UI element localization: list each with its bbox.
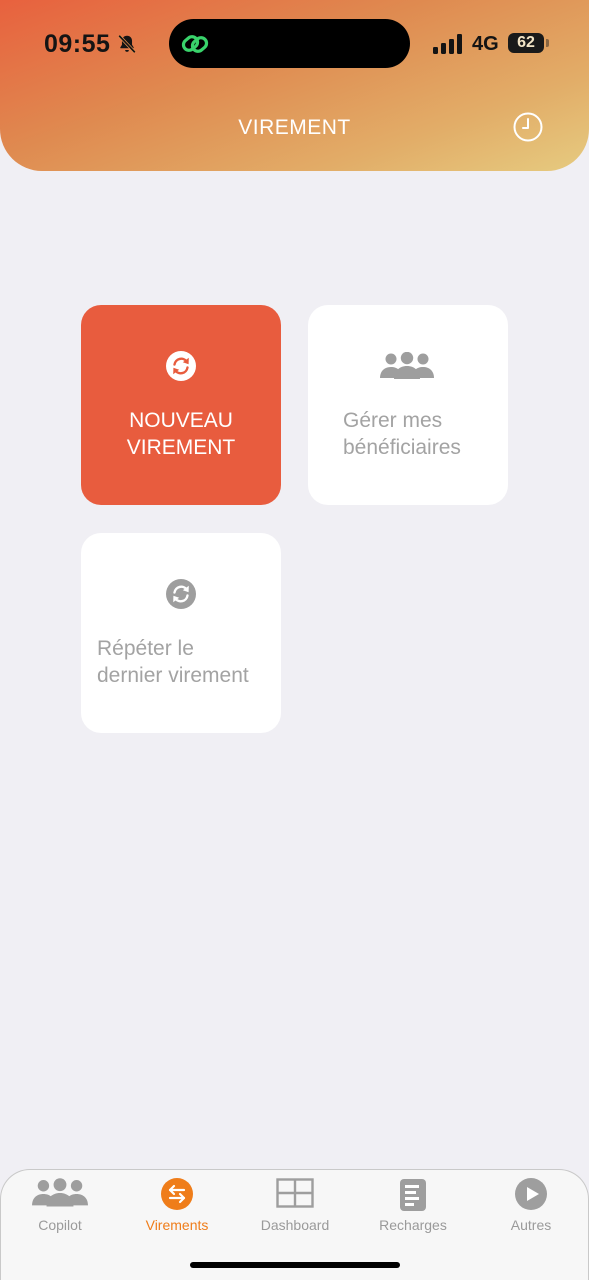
- tab-label: Autres: [510, 1217, 552, 1233]
- link-rings-icon: [181, 35, 209, 53]
- tab-label: Dashboard: [260, 1217, 330, 1233]
- tab-recharges[interactable]: Recharges: [354, 1170, 472, 1250]
- repeat-last-transfer-button[interactable]: Répéter le dernier virement: [81, 533, 281, 733]
- tab-virements[interactable]: Virements: [118, 1170, 236, 1250]
- people-group-icon: [380, 352, 434, 379]
- manage-beneficiaries-label: Gérer mes bénéficiaires: [343, 409, 461, 459]
- dynamic-island: [169, 19, 410, 68]
- tab-autres[interactable]: Autres: [472, 1170, 589, 1250]
- tab-label: Recharges: [379, 1217, 447, 1233]
- tab-label: Virements: [145, 1217, 209, 1233]
- tab-copilot[interactable]: Copilot: [1, 1170, 119, 1250]
- play-circle-icon: [515, 1178, 547, 1210]
- bell-muted-icon: [118, 34, 136, 54]
- status-time: 09:55: [44, 30, 111, 58]
- history-icon[interactable]: [512, 111, 544, 143]
- battery-indicator: 62: [508, 33, 544, 53]
- tab-label: Copilot: [38, 1217, 82, 1233]
- tab-dashboard[interactable]: Dashboard: [236, 1170, 354, 1250]
- transfer-arrows-icon: [161, 1178, 193, 1210]
- new-transfer-label: NOUVEAU VIREMENT: [126, 409, 236, 459]
- new-transfer-button[interactable]: NOUVEAU VIREMENT: [81, 305, 281, 505]
- refresh-icon: [166, 351, 196, 381]
- manage-beneficiaries-button[interactable]: Gérer mes bénéficiaires: [308, 305, 508, 505]
- page-title: VIREMENT: [238, 116, 351, 139]
- grid-icon: [276, 1178, 314, 1208]
- battery-nub: [546, 39, 549, 47]
- refresh-icon: [166, 579, 196, 609]
- app-header: 09:55 4G 62 VIREMENT: [0, 0, 589, 171]
- repeat-last-transfer-label: Répéter le dernier virement: [97, 637, 249, 687]
- signal-icon: [433, 34, 462, 54]
- document-icon: [400, 1179, 426, 1211]
- people-group-icon: [32, 1178, 88, 1207]
- home-indicator: [190, 1262, 400, 1268]
- network-type: 4G: [472, 33, 499, 55]
